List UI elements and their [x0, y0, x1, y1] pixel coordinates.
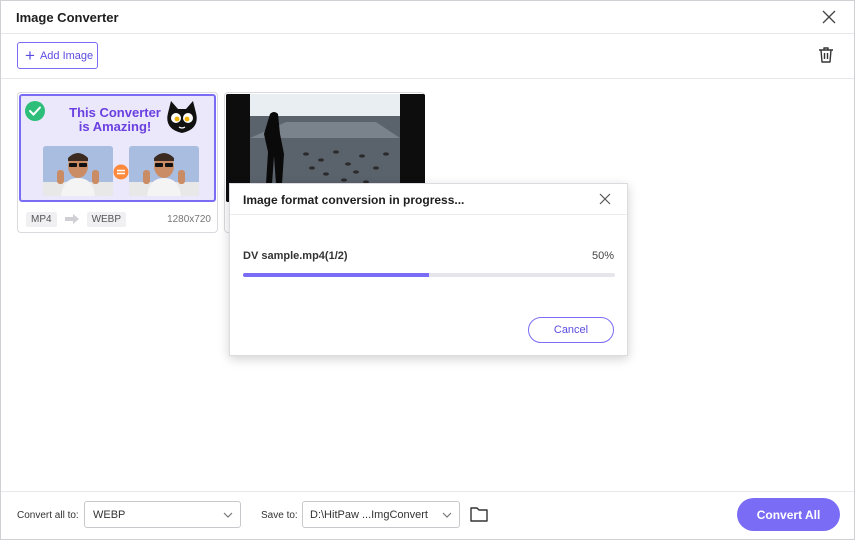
image-card[interactable]: This Converter is Amazing! MP4 WEBP 1280…	[17, 92, 218, 233]
convert-all-to-label: Convert all to:	[17, 510, 79, 521]
headline-line-1: This Converter	[69, 105, 161, 120]
save-to-label: Save to:	[261, 510, 298, 521]
close-icon[interactable]	[819, 7, 839, 27]
progress-percent: 50%	[591, 250, 614, 262]
cancel-button[interactable]: Cancel	[528, 317, 614, 343]
progress-bar-fill	[243, 273, 429, 277]
format-select[interactable]: WEBP	[84, 501, 241, 528]
before-photo	[43, 146, 113, 196]
selected-check-icon[interactable]	[24, 100, 46, 122]
format-select-value: WEBP	[93, 508, 126, 521]
plus-icon: +	[25, 45, 35, 65]
thumbnail-headline: This Converter is Amazing!	[65, 106, 165, 134]
progress-bar	[243, 273, 615, 277]
headline-line-2: is Amazing!	[78, 119, 152, 134]
add-image-button[interactable]: + Add Image	[17, 42, 98, 69]
bottom-bar: Convert all to: WEBP Save to: D:\HitPaw …	[1, 491, 854, 539]
card-footer: MP4 WEBP 1280x720	[26, 211, 211, 227]
arrow-right-icon	[64, 214, 79, 224]
after-photo	[129, 146, 199, 196]
conversion-progress-dialog: Image format conversion in progress... D…	[229, 183, 628, 356]
save-path-value: D:\HitPaw ...ImgConvert	[310, 508, 428, 521]
save-path-select[interactable]: D:\HitPaw ...ImgConvert	[302, 501, 460, 528]
convert-badge-icon	[113, 164, 129, 180]
cat-mascot-icon	[167, 101, 197, 133]
window-title: Image Converter	[16, 10, 119, 25]
resolution: 1280x720	[167, 213, 211, 225]
card-thumbnail: This Converter is Amazing!	[19, 94, 216, 202]
close-icon[interactable]	[597, 191, 613, 207]
dialog-title: Image format conversion in progress...	[243, 193, 465, 207]
chevron-down-icon	[442, 512, 452, 518]
image-converter-window: Image Converter + Add Image This Convert…	[0, 0, 855, 540]
trash-icon[interactable]	[816, 45, 836, 65]
folder-icon[interactable]	[469, 505, 489, 523]
add-image-label: Add Image	[39, 49, 94, 62]
target-format: WEBP	[86, 211, 127, 227]
source-format: MP4	[26, 211, 57, 227]
title-bar: Image Converter	[1, 1, 854, 34]
current-file-label: DV sample.mp4(1/2)	[243, 250, 348, 262]
dialog-header: Image format conversion in progress...	[230, 184, 627, 215]
chevron-down-icon	[223, 512, 233, 518]
convert-all-button[interactable]: Convert All	[737, 498, 840, 531]
toolbar: + Add Image	[1, 34, 854, 79]
